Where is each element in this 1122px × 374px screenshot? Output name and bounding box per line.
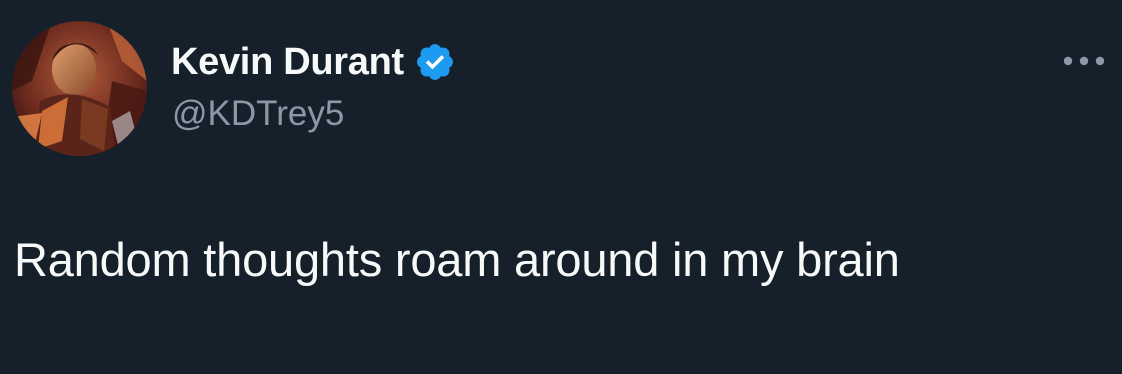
tweet-text: Random thoughts roam around in my brain — [14, 233, 900, 286]
author-handle[interactable]: @KDTrey5 — [172, 94, 344, 134]
author-avatar[interactable] — [12, 21, 147, 156]
author-display-name[interactable]: Kevin Durant — [171, 41, 404, 84]
verified-badge-icon — [414, 41, 456, 83]
avatar-image — [12, 21, 147, 156]
author-name-row: Kevin Durant — [171, 38, 456, 86]
more-options-button[interactable] — [1056, 43, 1112, 79]
more-horizontal-icon — [1063, 56, 1105, 66]
tweet-card: Kevin Durant @KDTrey5 Random thoughts ro… — [0, 0, 1122, 374]
